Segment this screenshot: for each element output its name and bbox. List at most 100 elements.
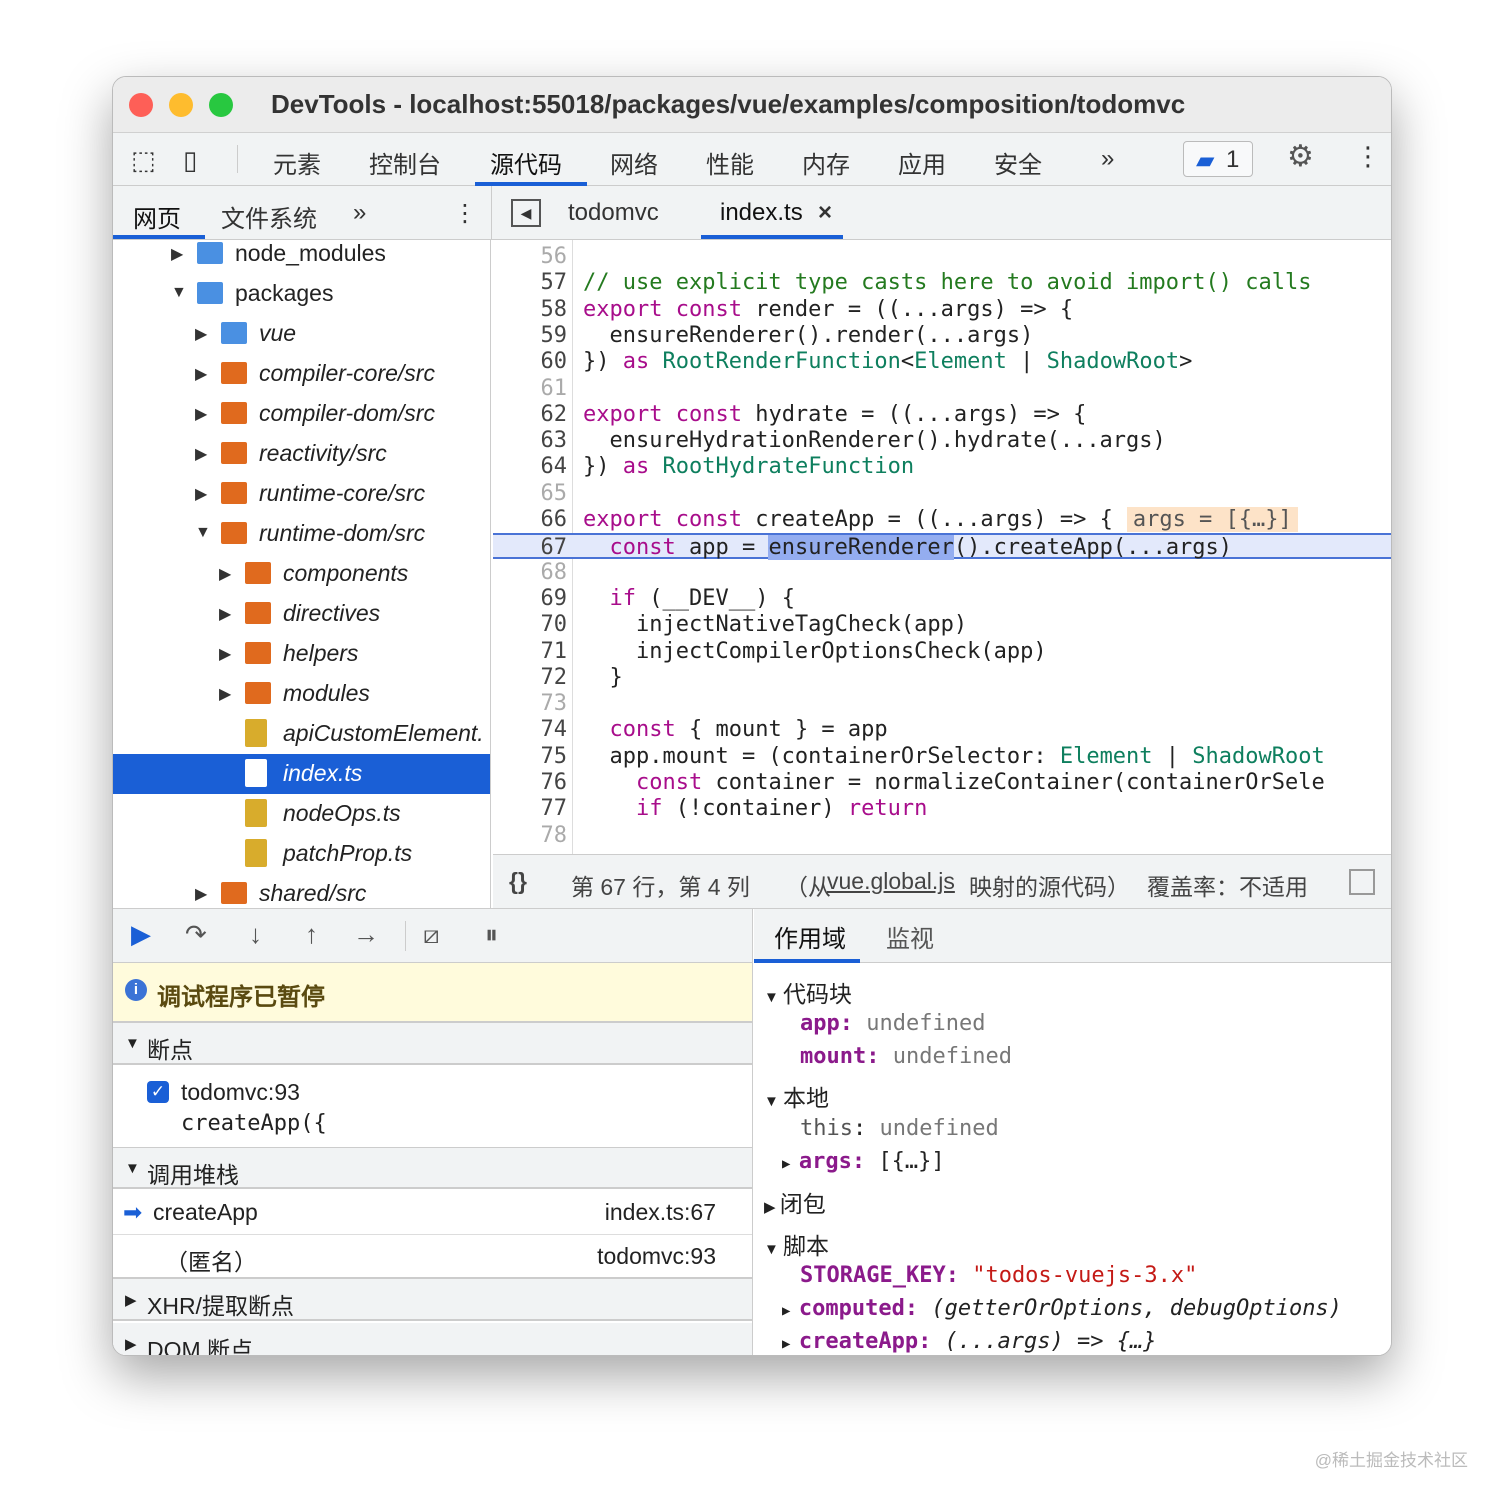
scope-var[interactable]: ▶ createApp: (...args) => {…} xyxy=(782,1329,1157,1354)
minimize-window-button[interactable] xyxy=(169,93,193,117)
code-line[interactable]: 67 const app = ensureRenderer().createAp… xyxy=(493,533,1391,561)
line-number[interactable]: 69 xyxy=(493,586,568,612)
editor-tab-index-ts[interactable]: index.ts xyxy=(720,199,803,227)
expanded-arrow-icon[interactable]: ▼ xyxy=(171,284,187,302)
tree-item[interactable]: ▶ runtime-core/src xyxy=(113,474,490,514)
nav-tab-filesystem[interactable]: 文件系统 xyxy=(221,199,317,234)
close-tab-icon[interactable]: × xyxy=(818,199,832,227)
line-number[interactable]: 71 xyxy=(493,639,568,665)
line-number[interactable]: 57 xyxy=(493,270,568,296)
editor-tab-todomvc[interactable]: todomvc xyxy=(568,199,659,227)
tab-performance[interactable]: 性能 xyxy=(706,145,754,180)
collapsed-arrow-icon[interactable]: ▶ xyxy=(219,684,231,704)
code-line[interactable]: 70 injectNativeTagCheck(app) xyxy=(493,612,1391,638)
collapsed-arrow-icon[interactable]: ▶ xyxy=(195,404,207,424)
more-tabs-button[interactable]: » xyxy=(1101,145,1114,173)
tree-item[interactable]: ▶ directives xyxy=(113,594,490,634)
code-line[interactable]: 61 xyxy=(493,376,1391,402)
tree-item[interactable]: ▼ packages xyxy=(113,274,490,314)
xhr-breakpoints-header[interactable]: ▶ XHR/提取断点 xyxy=(113,1279,752,1321)
line-number[interactable]: 61 xyxy=(493,376,568,402)
code-line[interactable]: 69 if (__DEV__) { xyxy=(493,586,1391,612)
code-line[interactable]: 59 ensureRenderer().render(...args) xyxy=(493,323,1391,349)
line-number[interactable]: 62 xyxy=(493,402,568,428)
tree-item[interactable]: ▶ components xyxy=(113,554,490,594)
collapsed-arrow-icon[interactable]: ▶ xyxy=(219,604,231,624)
tree-item[interactable]: nodeOps.ts xyxy=(113,794,490,834)
collapsed-arrow-icon[interactable]: ▶ xyxy=(195,484,207,504)
tab-sources[interactable]: 源代码 xyxy=(490,145,562,180)
tab-application[interactable]: 应用 xyxy=(898,145,946,180)
step-out-icon[interactable]: ↑ xyxy=(305,919,318,950)
deactivate-breakpoints-icon[interactable]: ⧄ xyxy=(423,919,440,951)
line-number[interactable]: 65 xyxy=(493,481,568,507)
code-line[interactable]: 60}) as RootRenderFunction<Element | Sha… xyxy=(493,349,1391,375)
tree-item[interactable]: ▶ shared/src xyxy=(113,874,490,908)
collapsed-arrow-icon[interactable]: ▶ xyxy=(219,644,231,664)
device-toolbar-icon[interactable]: ▯ xyxy=(183,145,197,176)
call-frame[interactable]: ➡ createApp index.ts:67 xyxy=(113,1191,752,1235)
tab-console[interactable]: 控制台 xyxy=(369,145,441,180)
code-line[interactable]: 63 ensureHydrationRenderer().hydrate(...… xyxy=(493,428,1391,454)
pretty-print-button[interactable]: {} xyxy=(509,868,527,895)
code-line[interactable]: 64}) as RootHydrateFunction xyxy=(493,454,1391,480)
nav-menu-icon[interactable]: ⋮ xyxy=(453,199,477,228)
code-line[interactable]: 77 if (!container) return xyxy=(493,796,1391,822)
tree-item[interactable]: ▶ modules xyxy=(113,674,490,714)
callstack-header[interactable]: ▼ 调用堆栈 xyxy=(113,1147,752,1189)
call-frame[interactable]: （匿名） todomvc:93 xyxy=(113,1235,752,1279)
breakpoints-header[interactable]: ▼ 断点 xyxy=(113,1023,752,1065)
nav-more-button[interactable]: » xyxy=(353,199,366,227)
line-number[interactable]: 77 xyxy=(493,796,568,822)
line-number[interactable]: 66 xyxy=(493,507,568,533)
collapsed-arrow-icon[interactable]: ▶ xyxy=(219,564,231,584)
line-number[interactable]: 67 xyxy=(493,535,568,561)
code-line[interactable]: 68 xyxy=(493,560,1391,586)
scope-local-header[interactable]: ▼ 本地 xyxy=(764,1079,829,1113)
scope-closure-header[interactable]: ▶ 闭包 xyxy=(764,1185,826,1219)
close-window-button[interactable] xyxy=(129,93,153,117)
toggle-drawer-icon[interactable] xyxy=(1349,869,1375,895)
code-line[interactable]: 56 xyxy=(493,244,1391,270)
code-line[interactable]: 72 } xyxy=(493,665,1391,691)
code-line[interactable]: 58 export const render = ((...args) => { xyxy=(493,297,1391,323)
line-number[interactable]: 73 xyxy=(493,691,568,717)
nav-tab-page[interactable]: 网页 xyxy=(133,199,181,234)
tree-item[interactable]: ▶ helpers xyxy=(113,634,490,674)
tab-scope[interactable]: 作用域 xyxy=(774,919,846,954)
code-line[interactable]: 73 xyxy=(493,691,1391,717)
line-number[interactable]: 63 xyxy=(493,428,568,454)
scope-block-header[interactable]: ▼ 代码块 xyxy=(764,975,852,1009)
breakpoint-location[interactable]: todomvc:93 xyxy=(181,1079,300,1106)
collapsed-arrow-icon[interactable]: ▶ xyxy=(195,324,207,344)
step-over-icon[interactable]: ↷ xyxy=(185,919,207,950)
code-line[interactable]: 78 xyxy=(493,823,1391,849)
collapsed-arrow-icon[interactable]: ▶ xyxy=(195,444,207,464)
line-number[interactable]: 60 xyxy=(493,349,568,375)
line-number[interactable]: 59 xyxy=(493,323,568,349)
line-number[interactable]: 78 xyxy=(493,823,568,849)
tree-item[interactable]: patchProp.ts xyxy=(113,834,490,874)
issues-button[interactable]: ▰ 1 xyxy=(1183,141,1253,177)
line-number[interactable]: 68 xyxy=(493,560,568,586)
line-number[interactable]: 64 xyxy=(493,454,568,480)
tree-item[interactable]: ▶ reactivity/src xyxy=(113,434,490,474)
tree-item[interactable]: ▶ compiler-core/src xyxy=(113,354,490,394)
code-line[interactable]: 75 app.mount = (containerOrSelector: Ele… xyxy=(493,744,1391,770)
scope-var[interactable]: ▶ computed: (getterOrOptions, debugOptio… xyxy=(782,1296,1342,1321)
dom-breakpoints-header[interactable]: ▶ DOM 断点 xyxy=(113,1323,752,1355)
line-number[interactable]: 72 xyxy=(493,665,568,691)
tree-item[interactable]: apiCustomElement. xyxy=(113,714,490,754)
tree-item[interactable]: ▶ compiler-dom/src xyxy=(113,394,490,434)
expanded-arrow-icon[interactable]: ▼ xyxy=(195,524,211,542)
toggle-navigator-icon[interactable]: ◀ xyxy=(511,199,541,227)
resume-icon[interactable]: ▶ xyxy=(131,919,151,950)
tab-memory[interactable]: 内存 xyxy=(802,145,850,180)
collapsed-arrow-icon[interactable]: ▶ xyxy=(171,244,183,264)
code-line[interactable]: 62 export const hydrate = ((...args) => { xyxy=(493,402,1391,428)
code-line[interactable]: 65 xyxy=(493,481,1391,507)
tab-watch[interactable]: 监视 xyxy=(886,919,934,954)
code-line[interactable]: 71 injectCompilerOptionsCheck(app) xyxy=(493,639,1391,665)
tab-network[interactable]: 网络 xyxy=(610,145,658,180)
step-icon[interactable]: → xyxy=(353,919,379,950)
